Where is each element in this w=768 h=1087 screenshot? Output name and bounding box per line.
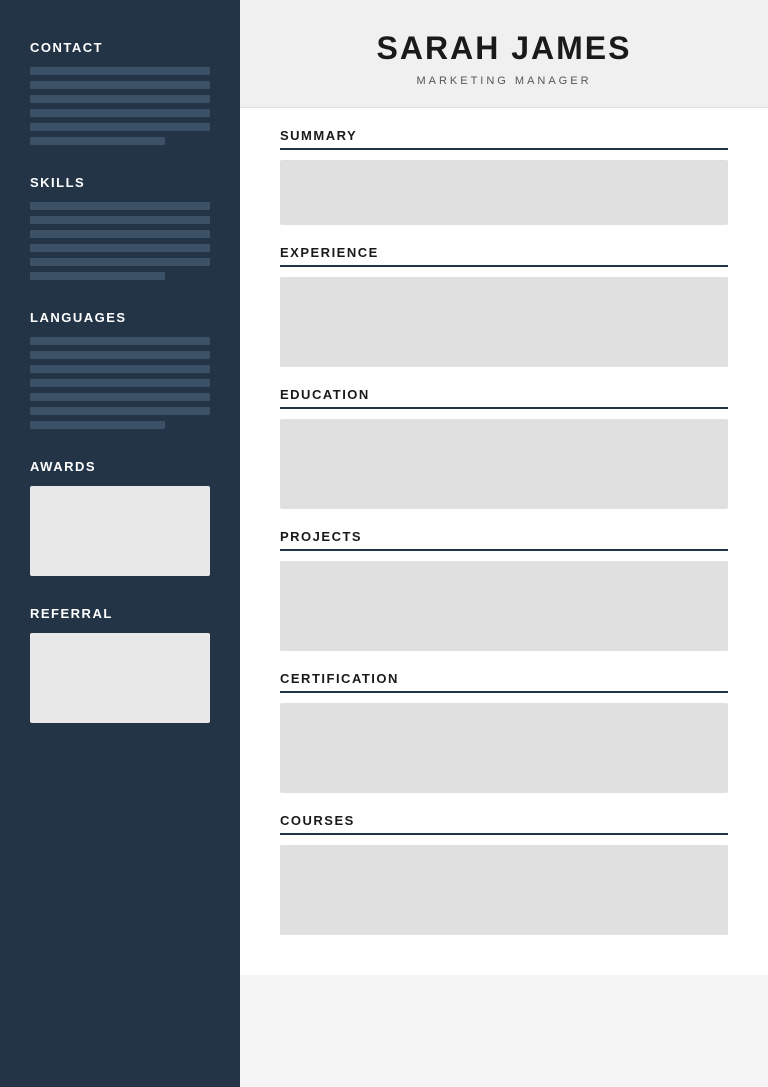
section-experience: EXPERIENCE — [280, 245, 728, 367]
courses-content — [280, 845, 728, 935]
sidebar-section-skills: SKILLS — [30, 175, 210, 280]
skills-line-2 — [30, 216, 210, 224]
languages-line-4 — [30, 379, 210, 387]
sidebar-section-awards: AWARDS — [30, 459, 210, 576]
resume-header: SARAH JAMES MARKETING MANAGER — [240, 0, 768, 108]
contact-line-3 — [30, 95, 210, 103]
languages-lines — [30, 337, 210, 429]
languages-line-5 — [30, 393, 210, 401]
referral-box — [30, 633, 210, 723]
contact-line-4 — [30, 109, 210, 117]
candidate-title: MARKETING MANAGER — [280, 75, 728, 87]
projects-title: PROJECTS — [280, 529, 728, 551]
sidebar-referral-title: REFERRAL — [30, 606, 210, 621]
section-education: EDUCATION — [280, 387, 728, 509]
sidebar-section-referral: REFERRAL — [30, 606, 210, 723]
contact-line-6 — [30, 137, 165, 145]
resume-body: SUMMARY EXPERIENCE EDUCATION PROJECTS CE… — [240, 108, 768, 975]
sidebar-section-languages: LANGUAGES — [30, 310, 210, 429]
contact-line-2 — [30, 81, 210, 89]
section-certification: CERTIFICATION — [280, 671, 728, 793]
skills-line-1 — [30, 202, 210, 210]
certification-title: CERTIFICATION — [280, 671, 728, 693]
sidebar-contact-title: CONTACT — [30, 40, 210, 55]
education-content — [280, 419, 728, 509]
sidebar-languages-title: LANGUAGES — [30, 310, 210, 325]
main-content: SARAH JAMES MARKETING MANAGER SUMMARY EX… — [240, 0, 768, 1087]
section-courses: COURSES — [280, 813, 728, 935]
skills-line-6 — [30, 272, 165, 280]
languages-line-7 — [30, 421, 165, 429]
skills-lines — [30, 202, 210, 280]
skills-line-3 — [30, 230, 210, 238]
certification-content — [280, 703, 728, 793]
sidebar-section-contact: CONTACT — [30, 40, 210, 145]
awards-box — [30, 486, 210, 576]
contact-line-5 — [30, 123, 210, 131]
summary-title: SUMMARY — [280, 128, 728, 150]
contact-lines — [30, 67, 210, 145]
skills-line-5 — [30, 258, 210, 266]
languages-line-6 — [30, 407, 210, 415]
courses-title: COURSES — [280, 813, 728, 835]
sidebar-skills-title: SKILLS — [30, 175, 210, 190]
languages-line-3 — [30, 365, 210, 373]
candidate-name: SARAH JAMES — [280, 30, 728, 67]
section-projects: PROJECTS — [280, 529, 728, 651]
experience-title: EXPERIENCE — [280, 245, 728, 267]
experience-content — [280, 277, 728, 367]
section-summary: SUMMARY — [280, 128, 728, 225]
summary-content — [280, 160, 728, 225]
languages-line-2 — [30, 351, 210, 359]
sidebar-awards-title: AWARDS — [30, 459, 210, 474]
projects-content — [280, 561, 728, 651]
sidebar: CONTACT SKILLS LANGUAGES — [0, 0, 240, 1087]
contact-line-1 — [30, 67, 210, 75]
skills-line-4 — [30, 244, 210, 252]
languages-line-1 — [30, 337, 210, 345]
education-title: EDUCATION — [280, 387, 728, 409]
